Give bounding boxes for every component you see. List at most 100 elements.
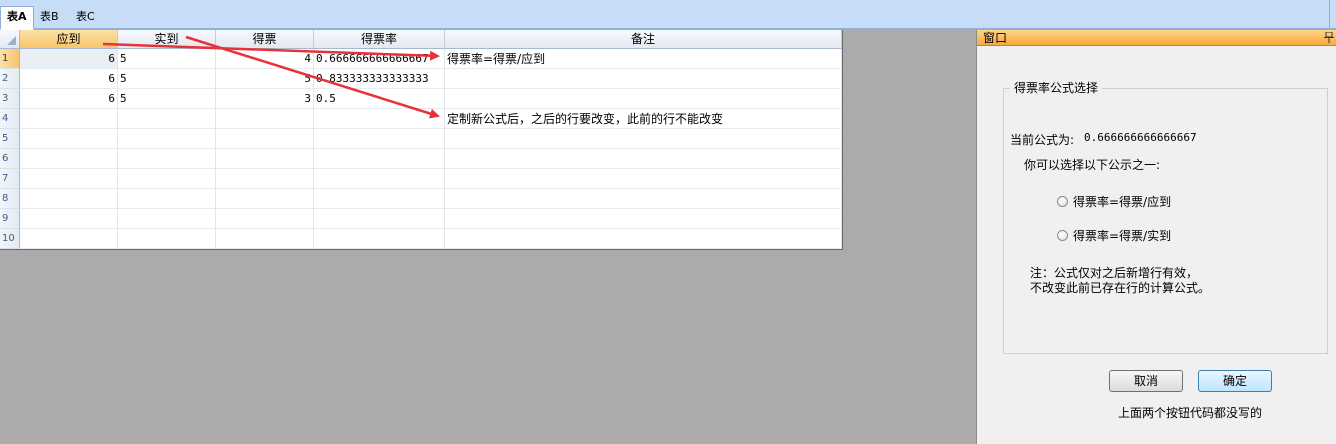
- radio-option-shidao[interactable]: [1057, 230, 1068, 241]
- row-number-header[interactable]: 8: [0, 189, 20, 209]
- cell-yingdao[interactable]: 6: [20, 89, 118, 109]
- select-all-icon: [7, 36, 16, 45]
- tab-sheet-a[interactable]: 表A: [0, 6, 34, 30]
- footer-note: 上面两个按钮代码都没写的: [1118, 406, 1263, 420]
- table-row[interactable]: 8: [0, 189, 842, 209]
- cell-yingdao[interactable]: [20, 109, 118, 129]
- column-header-depiaolv[interactable]: 得票率: [314, 30, 445, 48]
- cell-depiao[interactable]: [216, 229, 314, 249]
- cell-depiao[interactable]: 5: [216, 69, 314, 89]
- row-number-header[interactable]: 6: [0, 149, 20, 169]
- table-row[interactable]: 2 6 5 5 0.833333333333333: [0, 69, 842, 89]
- select-all-corner[interactable]: [0, 30, 20, 48]
- cell-depiaolv[interactable]: [314, 149, 445, 169]
- cell-depiao[interactable]: [216, 169, 314, 189]
- cell-beizhu[interactable]: [445, 169, 842, 189]
- cell-beizhu[interactable]: [445, 149, 842, 169]
- cell-beizhu[interactable]: [445, 69, 842, 89]
- row-number-header[interactable]: 7: [0, 169, 20, 189]
- cell-yingdao[interactable]: [20, 169, 118, 189]
- cell-depiaolv[interactable]: [314, 209, 445, 229]
- cell-depiaolv[interactable]: 0.833333333333333: [314, 69, 445, 89]
- row-number-header[interactable]: 9: [0, 209, 20, 229]
- cell-shidao[interactable]: [118, 189, 216, 209]
- table-row[interactable]: 6: [0, 149, 842, 169]
- sheet-tab-bar: 表A 表B 表C: [0, 0, 1336, 30]
- cell-shidao[interactable]: [118, 169, 216, 189]
- spreadsheet-grid[interactable]: 应到 实到 得票 得票率 备注 1 6 5 4 0.666666666666667 得票率…: [0, 30, 843, 250]
- cell-yingdao[interactable]: 6: [20, 49, 118, 69]
- window-title: 窗口: [983, 31, 1008, 45]
- table-row[interactable]: 4 定制新公式后，之后的行要改变，此前的行不能改变: [0, 109, 842, 129]
- cell-depiao[interactable]: 4: [216, 49, 314, 69]
- row-number-header[interactable]: 2: [0, 69, 20, 89]
- cell-yingdao[interactable]: [20, 189, 118, 209]
- column-header-depiao[interactable]: 得票: [216, 30, 314, 48]
- cell-depiaolv[interactable]: [314, 169, 445, 189]
- cell-shidao[interactable]: [118, 129, 216, 149]
- cell-beizhu[interactable]: [445, 129, 842, 149]
- column-header-shidao[interactable]: 实到: [118, 30, 216, 48]
- tab-sheet-b[interactable]: 表B: [34, 7, 65, 29]
- table-row[interactable]: 7: [0, 169, 842, 189]
- cell-depiaolv[interactable]: [314, 109, 445, 129]
- cell-yingdao[interactable]: [20, 129, 118, 149]
- cell-beizhu[interactable]: 定制新公式后，之后的行要改变，此前的行不能改变: [445, 109, 842, 129]
- grid-header-row: 应到 实到 得票 得票率 备注: [0, 30, 842, 49]
- choose-prompt: 你可以选择以下公示之一:: [1024, 158, 1161, 172]
- cell-depiao[interactable]: [216, 129, 314, 149]
- note-line-2: 不改变此前已存在行的计算公式。: [1030, 281, 1211, 295]
- cell-yingdao[interactable]: 6: [20, 69, 118, 89]
- table-row[interactable]: 9: [0, 209, 842, 229]
- cell-shidao[interactable]: [118, 209, 216, 229]
- cell-yingdao[interactable]: [20, 149, 118, 169]
- cell-depiaolv[interactable]: 0.666666666666667: [314, 49, 445, 69]
- ok-button[interactable]: 确定: [1198, 370, 1272, 392]
- column-header-yingdao[interactable]: 应到: [20, 30, 118, 48]
- cell-shidao[interactable]: 5: [118, 69, 216, 89]
- row-number-header[interactable]: 5: [0, 129, 20, 149]
- option-label-yingdao[interactable]: 得票率=得票/应到: [1073, 193, 1171, 210]
- cell-beizhu[interactable]: [445, 209, 842, 229]
- radio-option-yingdao[interactable]: [1057, 196, 1068, 207]
- column-header-beizhu[interactable]: 备注: [445, 30, 842, 48]
- pin-icon[interactable]: [1324, 32, 1334, 43]
- table-row[interactable]: 10: [0, 229, 842, 249]
- row-number-header[interactable]: 3: [0, 89, 20, 109]
- formula-window: 窗口 得票率公式选择 当前公式为: 0.666666666666667 你可以选…: [976, 30, 1336, 444]
- cell-shidao[interactable]: 5: [118, 89, 216, 109]
- cell-yingdao[interactable]: [20, 209, 118, 229]
- cell-shidao[interactable]: [118, 109, 216, 129]
- formula-groupbox: 得票率公式选择 当前公式为: 0.666666666666667 你可以选择以下…: [1003, 80, 1328, 354]
- current-formula-label: 当前公式为:: [1010, 133, 1075, 147]
- cell-shidao[interactable]: [118, 229, 216, 249]
- cell-depiao[interactable]: [216, 149, 314, 169]
- cell-depiao[interactable]: [216, 189, 314, 209]
- tabbar-divider: [1329, 0, 1330, 29]
- cell-depiaolv[interactable]: [314, 189, 445, 209]
- cell-shidao[interactable]: 5: [118, 49, 216, 69]
- cell-depiaolv[interactable]: 0.5: [314, 89, 445, 109]
- cell-beizhu[interactable]: [445, 189, 842, 209]
- cell-yingdao[interactable]: [20, 229, 118, 249]
- cell-depiao[interactable]: 3: [216, 89, 314, 109]
- row-number-header[interactable]: 4: [0, 109, 20, 129]
- current-formula-value: 0.666666666666667: [1084, 131, 1197, 144]
- row-number-header[interactable]: 1: [0, 49, 20, 69]
- cell-depiaolv[interactable]: [314, 229, 445, 249]
- cell-depiao[interactable]: [216, 209, 314, 229]
- table-row[interactable]: 5: [0, 129, 842, 149]
- table-row[interactable]: 1 6 5 4 0.666666666666667 得票率=得票/应到: [0, 49, 842, 69]
- cell-beizhu[interactable]: [445, 89, 842, 109]
- cell-beizhu[interactable]: 得票率=得票/应到: [445, 49, 842, 69]
- row-number-header[interactable]: 10: [0, 229, 20, 249]
- window-title-bar[interactable]: 窗口: [977, 30, 1336, 46]
- cell-shidao[interactable]: [118, 149, 216, 169]
- tab-sheet-c[interactable]: 表C: [70, 7, 101, 29]
- cell-depiao[interactable]: [216, 109, 314, 129]
- cancel-button[interactable]: 取消: [1109, 370, 1183, 392]
- option-label-shidao[interactable]: 得票率=得票/实到: [1073, 227, 1171, 244]
- cell-beizhu[interactable]: [445, 229, 842, 249]
- table-row[interactable]: 3 6 5 3 0.5: [0, 89, 842, 109]
- cell-depiaolv[interactable]: [314, 129, 445, 149]
